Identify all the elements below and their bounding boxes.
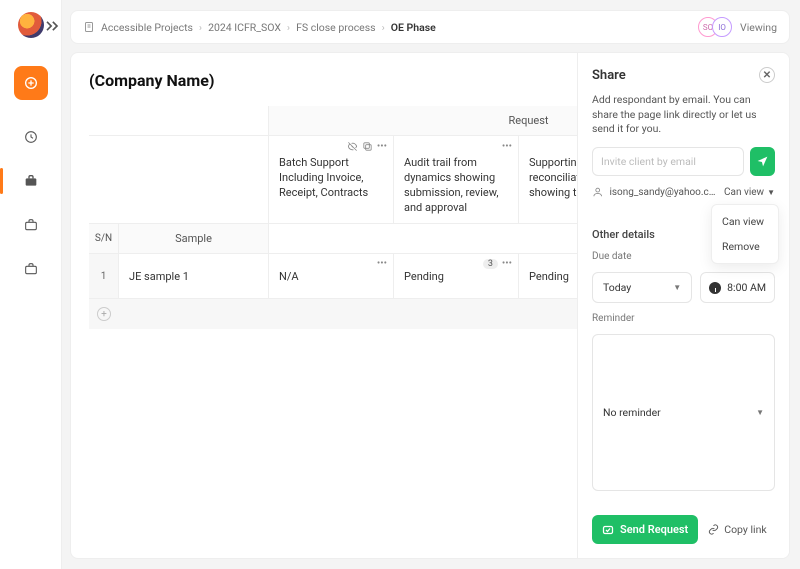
cell-request[interactable]: 3 ••• Pending bbox=[394, 254, 519, 298]
cell-sample[interactable]: JE sample 1 bbox=[119, 254, 269, 298]
more-icon[interactable]: ••• bbox=[502, 140, 512, 154]
clock-icon bbox=[709, 282, 721, 294]
respondent-email: isong_sandy@yahoo.com bbox=[609, 187, 718, 198]
sidebar-collapse-button[interactable] bbox=[42, 16, 62, 36]
breadcrumb-item[interactable]: FS close process bbox=[296, 21, 376, 34]
respondent-row: isong_sandy@yahoo.com Can view ▼ Can vie… bbox=[592, 186, 775, 198]
request-header-2[interactable]: ••• Audit trail from dynamics showing su… bbox=[394, 136, 519, 223]
caret-down-icon: ▼ bbox=[767, 188, 775, 197]
invite-send-button[interactable] bbox=[750, 147, 775, 176]
share-panel: Share ✕ Add respondant by email. You can… bbox=[577, 53, 789, 558]
link-icon bbox=[708, 524, 719, 535]
due-time-select[interactable]: 8:00 AM bbox=[700, 272, 775, 303]
caret-down-icon: ▼ bbox=[673, 283, 681, 292]
cell-sn: 1 bbox=[89, 254, 119, 298]
main-panel: (Company Name) Request ••• Batch Support… bbox=[70, 52, 790, 559]
sidebar bbox=[0, 0, 62, 569]
app-logo bbox=[18, 12, 44, 38]
viewers: SO IO Viewing bbox=[698, 17, 777, 37]
send-icon bbox=[756, 155, 769, 168]
reminder-label: Reminder bbox=[592, 313, 775, 324]
permission-option-remove[interactable]: Remove bbox=[712, 234, 778, 259]
count-badge: 3 bbox=[483, 259, 498, 269]
check-send-icon bbox=[602, 524, 614, 536]
more-icon[interactable]: ••• bbox=[502, 258, 512, 269]
breadcrumb-current: OE Phase bbox=[391, 21, 436, 34]
share-title: Share bbox=[592, 68, 626, 83]
invite-email-input[interactable] bbox=[592, 147, 744, 176]
breadcrumb-item[interactable]: Accessible Projects bbox=[101, 21, 193, 34]
viewing-label: Viewing bbox=[740, 21, 777, 34]
request-header-text: Batch Support Including Invoice, Receipt… bbox=[279, 156, 383, 201]
due-date-select[interactable]: Today ▼ bbox=[592, 272, 692, 303]
col-header-sample: Sample bbox=[119, 224, 269, 253]
nav-item-briefcase-3[interactable] bbox=[14, 252, 48, 286]
cell-request[interactable]: ••• N/A bbox=[269, 254, 394, 298]
avatar[interactable]: IO bbox=[712, 17, 732, 37]
permission-menu: Can view Remove bbox=[711, 204, 779, 264]
viewer-avatars[interactable]: SO IO bbox=[698, 17, 732, 37]
copy-icon[interactable] bbox=[362, 141, 373, 152]
plus-icon: + bbox=[97, 307, 111, 321]
breadcrumb: Accessible Projects› 2024 ICFR_SOX› FS c… bbox=[83, 21, 436, 34]
breadcrumb-item[interactable]: 2024 ICFR_SOX bbox=[208, 21, 281, 34]
col-header-sn: S/N bbox=[89, 224, 119, 253]
nav-item-briefcase-2[interactable] bbox=[14, 208, 48, 242]
permission-dropdown[interactable]: Can view ▼ bbox=[724, 187, 775, 198]
permission-option-canview[interactable]: Can view bbox=[712, 209, 778, 234]
send-request-button[interactable]: Send Request bbox=[592, 515, 698, 544]
close-icon[interactable]: ✕ bbox=[759, 67, 775, 83]
eye-off-icon[interactable] bbox=[347, 141, 358, 152]
person-icon bbox=[592, 186, 603, 198]
nav-item-briefcase-active[interactable] bbox=[14, 164, 48, 198]
request-header-text: Audit trail from dynamics showing submis… bbox=[404, 156, 508, 215]
nav-item-time[interactable] bbox=[14, 120, 48, 154]
copy-link-button[interactable]: Copy link bbox=[708, 523, 766, 536]
request-header-1[interactable]: ••• Batch Support Including Invoice, Rec… bbox=[269, 136, 394, 223]
topbar: Accessible Projects› 2024 ICFR_SOX› FS c… bbox=[70, 10, 790, 44]
document-icon bbox=[83, 21, 95, 33]
more-icon[interactable]: ••• bbox=[377, 258, 387, 269]
caret-down-icon: ▼ bbox=[756, 408, 764, 417]
more-icon[interactable]: ••• bbox=[377, 140, 387, 154]
share-description: Add respondant by email. You can share t… bbox=[592, 93, 775, 137]
nav-item-add[interactable] bbox=[14, 66, 48, 100]
reminder-select[interactable]: No reminder ▼ bbox=[592, 334, 775, 491]
